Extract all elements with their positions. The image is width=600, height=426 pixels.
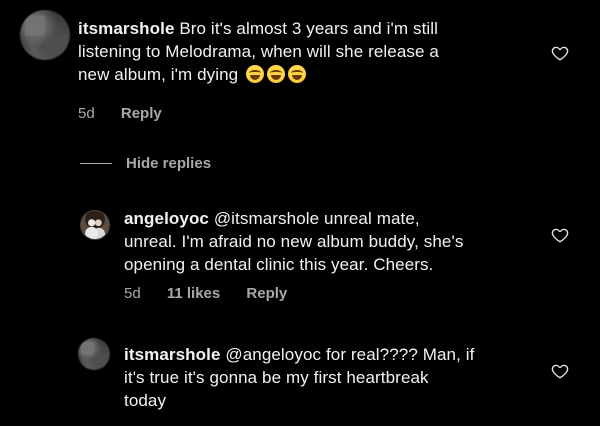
reply-username[interactable]: angeloyoc [124,209,209,228]
comments-thread: itsmarshole Bro it's almost 3 years and … [0,0,600,426]
heart-outline-icon[interactable] [551,362,569,380]
reply-text-line1: @itsmarshole unreal mate, [213,209,420,228]
hide-replies-label: Hide replies [126,155,212,172]
reply-time: 5d [124,285,141,302]
reply-button[interactable]: Reply [121,105,162,122]
reply-meta: 5d 11 likes Reply [124,285,309,302]
divider-line [80,163,112,164]
reply-button[interactable]: Reply [246,285,287,302]
avatar[interactable] [80,210,110,240]
hide-replies-button[interactable]: Hide replies [80,155,211,172]
reply-text-line3: today [124,391,167,410]
comment-meta: 5d Reply [78,105,184,122]
reply-username[interactable]: itsmarshole [124,345,221,364]
comment-text-line1: Bro it's almost 3 years and i'm still [179,19,439,38]
loudly-crying-face-emoji [246,65,265,83]
reply-body: angeloyoc @itsmarshole unreal mate, unre… [124,207,544,276]
likes-count[interactable]: 11 likes [167,285,220,302]
reply-text-line2: it's true it's gonna be my first heartbr… [124,368,429,387]
reply-text-line1: @angeloyoc for real???? Man, if [225,345,475,364]
comment-time: 5d [78,105,95,122]
avatar[interactable] [78,338,110,370]
reply-text-line2: unreal. I'm afraid no new album buddy, s… [124,232,464,251]
comment-text-line2: listening to Melodrama, when will she re… [78,42,439,61]
loudly-crying-face-emoji [267,65,286,83]
reply-text-line3: opening a dental clinic this year. Cheer… [124,255,434,274]
heart-outline-icon[interactable] [551,226,569,244]
loudly-crying-face-emoji [288,65,307,83]
comment-username[interactable]: itsmarshole [78,19,175,38]
comment-text-line3: new album, i'm dying [78,65,239,84]
heart-outline-icon[interactable] [551,44,569,62]
reply-body: itsmarshole @angeloyoc for real???? Man,… [124,343,544,412]
avatar[interactable] [20,10,70,60]
comment-body: itsmarshole Bro it's almost 3 years and … [78,17,548,86]
